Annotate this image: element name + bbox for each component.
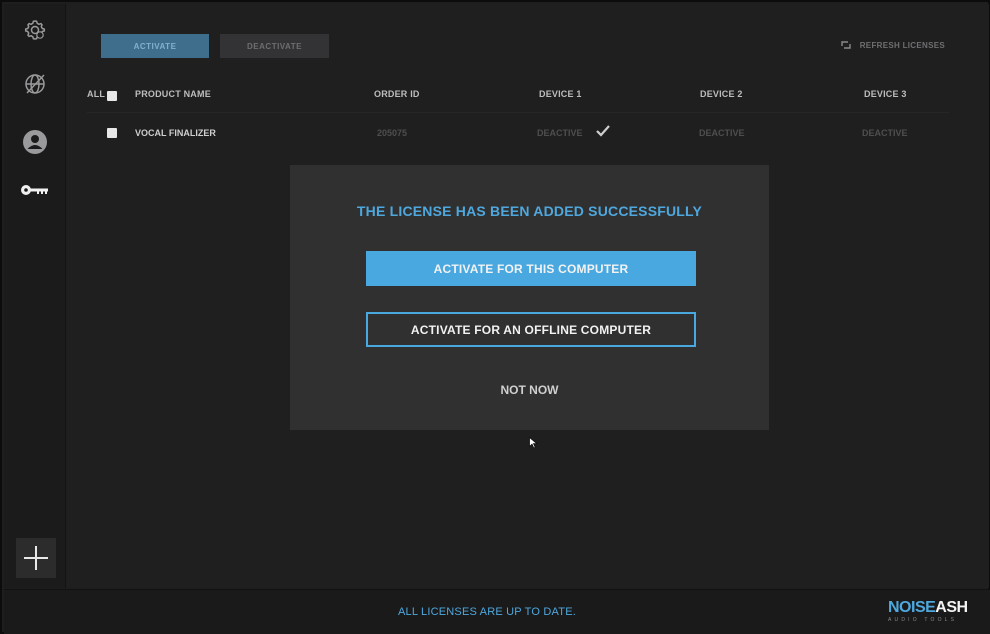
- order-id: 205075: [377, 128, 408, 138]
- sidebar-item-settings[interactable]: [4, 12, 66, 48]
- sidebar-item-licenses[interactable]: [4, 172, 66, 208]
- status-bar: ALL LICENSES ARE UP TO DATE. NOISEASH AU…: [4, 589, 990, 634]
- product-name: VOCAL FINALIZER: [135, 128, 216, 138]
- column-header-device-3: DEVICE 3: [864, 89, 907, 99]
- column-header-product: PRODUCT NAME: [135, 89, 211, 99]
- sidebar: [4, 4, 66, 588]
- sidebar-item-sync[interactable]: [4, 66, 66, 102]
- column-header-order-id: ORDER ID: [374, 89, 420, 99]
- logo-tagline: AUDIO TOOLS: [888, 617, 958, 623]
- refresh-label: REFRESH LICENSES: [859, 40, 945, 50]
- not-now-button[interactable]: NOT NOW: [290, 383, 769, 397]
- column-header-device-1: DEVICE 1: [539, 89, 582, 99]
- deactivate-button[interactable]: DEACTIVATE: [220, 34, 329, 58]
- logo-part-1: NOISE: [888, 599, 936, 616]
- refresh-licenses-button[interactable]: REFRESH LICENSES: [840, 40, 945, 50]
- device-1-status: DEACTIVE: [537, 128, 583, 138]
- row-checkbox[interactable]: [107, 128, 117, 138]
- select-all-label: ALL: [87, 89, 106, 99]
- globe-slash-icon: [25, 74, 45, 94]
- activate-offline-computer-button[interactable]: ACTIVATE FOR AN OFFLINE COMPUTER: [366, 312, 696, 347]
- header-divider: [87, 112, 949, 113]
- user-icon: [23, 130, 47, 154]
- key-icon: [21, 185, 48, 195]
- activate-this-computer-button[interactable]: ACTIVATE FOR THIS COMPUTER: [366, 251, 696, 286]
- status-message: ALL LICENSES ARE UP TO DATE.: [397, 606, 576, 618]
- column-header-device-2: DEVICE 2: [700, 89, 743, 99]
- app-window: ACTIVATE DEACTIVATE REFRESH LICENSES ALL…: [0, 0, 990, 634]
- mouse-cursor-icon: [529, 437, 538, 449]
- device-3-status: DEACTIVE: [862, 128, 908, 138]
- dialog-title: THE LICENSE HAS BEEN ADDED SUCCESSFULLY: [356, 203, 703, 219]
- checkmark-icon: [596, 125, 610, 137]
- sidebar-item-account[interactable]: [4, 124, 66, 160]
- activate-button[interactable]: ACTIVATE: [101, 34, 209, 58]
- add-license-button[interactable]: [16, 538, 56, 578]
- license-added-dialog: THE LICENSE HAS BEEN ADDED SUCCESSFULLY …: [290, 165, 769, 430]
- gear-icon: [24, 20, 46, 40]
- refresh-icon: [841, 41, 851, 49]
- device-2-status: DEACTIVE: [699, 128, 745, 138]
- plus-icon: [24, 546, 48, 570]
- logo-part-2: ASH: [935, 599, 968, 616]
- noiseash-logo: NOISEASH AUDIO TOOLS: [888, 600, 974, 628]
- select-all-checkbox[interactable]: [107, 91, 117, 101]
